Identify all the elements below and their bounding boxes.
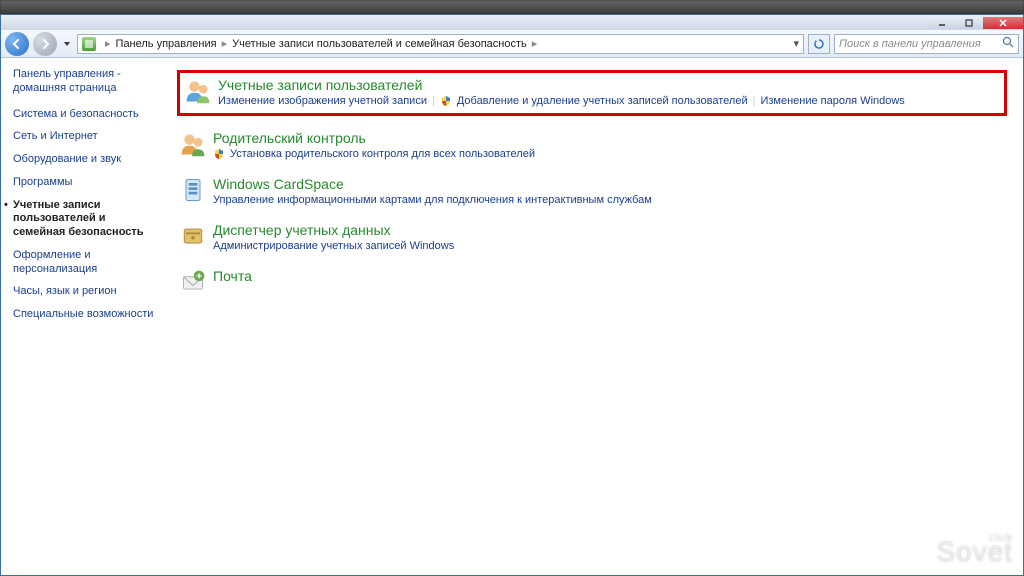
category-icon <box>179 268 207 296</box>
control-panel-icon <box>82 37 96 51</box>
category-icon <box>184 77 212 105</box>
sidebar-home-link[interactable]: Панель управления - домашняя страница <box>13 68 155 96</box>
nav-history-dropdown[interactable] <box>61 40 73 48</box>
sidebar-item[interactable]: Учетные записи пользователей и семейная … <box>13 199 155 240</box>
sidebar-item[interactable]: Система и безопасность <box>13 108 155 122</box>
search-icon <box>1002 36 1014 51</box>
toolbar: ▸ Панель управления ▸ Учетные записи пол… <box>1 30 1023 58</box>
search-placeholder: Поиск в панели управления <box>839 38 981 50</box>
chevron-down-icon <box>63 40 71 48</box>
main-content: Учетные записи пользователей Изменение из… <box>161 58 1023 575</box>
category-sublink[interactable]: Добавление и удаление учетных записей по… <box>457 95 748 107</box>
control-panel-window: ▸ Панель управления ▸ Учетные записи пол… <box>0 14 1024 576</box>
nav-back-button[interactable] <box>5 32 29 56</box>
category-sublink[interactable]: Изменение пароля Windows <box>760 95 904 107</box>
category-icon <box>179 222 207 250</box>
arrow-left-icon <box>11 38 23 50</box>
maximize-button[interactable] <box>956 17 982 29</box>
category-sublink[interactable]: Изменение изображения учетной записи <box>218 95 427 107</box>
category-title-link[interactable]: Учетные записи пользователей <box>218 77 422 93</box>
chevron-down-icon[interactable]: ▾ <box>793 37 799 50</box>
category-sublink[interactable]: Администрирование учетных записей Window… <box>213 240 454 252</box>
nav-forward-button[interactable] <box>33 32 57 56</box>
breadcrumb-separator: ▸ <box>222 37 228 50</box>
link-divider: | <box>432 95 435 107</box>
category-title-link[interactable]: Диспетчер учетных данных <box>213 222 391 238</box>
refresh-button[interactable] <box>808 34 830 54</box>
breadcrumb-separator: ▸ <box>532 37 538 50</box>
sidebar-item[interactable]: Специальные возможности <box>13 308 155 322</box>
sidebar-item[interactable]: Программы <box>13 176 155 190</box>
sidebar-item[interactable]: Оформление и персонализация <box>13 249 155 277</box>
minimize-button[interactable] <box>929 17 955 29</box>
category-title-link[interactable]: Родительский контроль <box>213 130 366 146</box>
titlebar <box>1 15 1023 30</box>
category-item: Windows CardSpace Управление информационн… <box>177 174 1007 208</box>
sidebar-item[interactable]: Оборудование и звук <box>13 153 155 167</box>
uac-shield-icon <box>440 95 452 107</box>
close-button[interactable] <box>983 17 1023 29</box>
arrow-right-icon <box>39 38 51 50</box>
category-item: Родительский контроль Установка родительс… <box>177 128 1007 162</box>
sidebar-item[interactable]: Сеть и Интернет <box>13 130 155 144</box>
breadcrumb-separator: ▸ <box>105 37 111 50</box>
breadcrumb-root[interactable]: Панель управления <box>116 38 217 50</box>
taskbar-blur <box>0 0 1024 14</box>
category-icon <box>179 176 207 204</box>
category-sublink[interactable]: Установка родительского контроля для все… <box>230 148 535 160</box>
category-sublink[interactable]: Управление информационными картами для п… <box>213 194 652 206</box>
category-title-link[interactable]: Почта <box>213 268 252 284</box>
category-item: Учетные записи пользователей Изменение из… <box>177 70 1007 116</box>
address-bar[interactable]: ▸ Панель управления ▸ Учетные записи пол… <box>77 34 804 54</box>
uac-shield-icon <box>213 148 225 160</box>
sidebar: Панель управления - домашняя страница Си… <box>1 58 161 575</box>
category-item: Почта <box>177 266 1007 298</box>
category-icon <box>179 130 207 158</box>
link-divider: | <box>753 95 756 107</box>
refresh-icon <box>813 38 825 50</box>
breadcrumb-sub[interactable]: Учетные записи пользователей и семейная … <box>232 38 527 50</box>
search-input[interactable]: Поиск в панели управления <box>834 34 1019 54</box>
category-item: Диспетчер учетных данных Администрировани… <box>177 220 1007 254</box>
sidebar-item[interactable]: Часы, язык и регион <box>13 285 155 299</box>
category-title-link[interactable]: Windows CardSpace <box>213 176 344 192</box>
